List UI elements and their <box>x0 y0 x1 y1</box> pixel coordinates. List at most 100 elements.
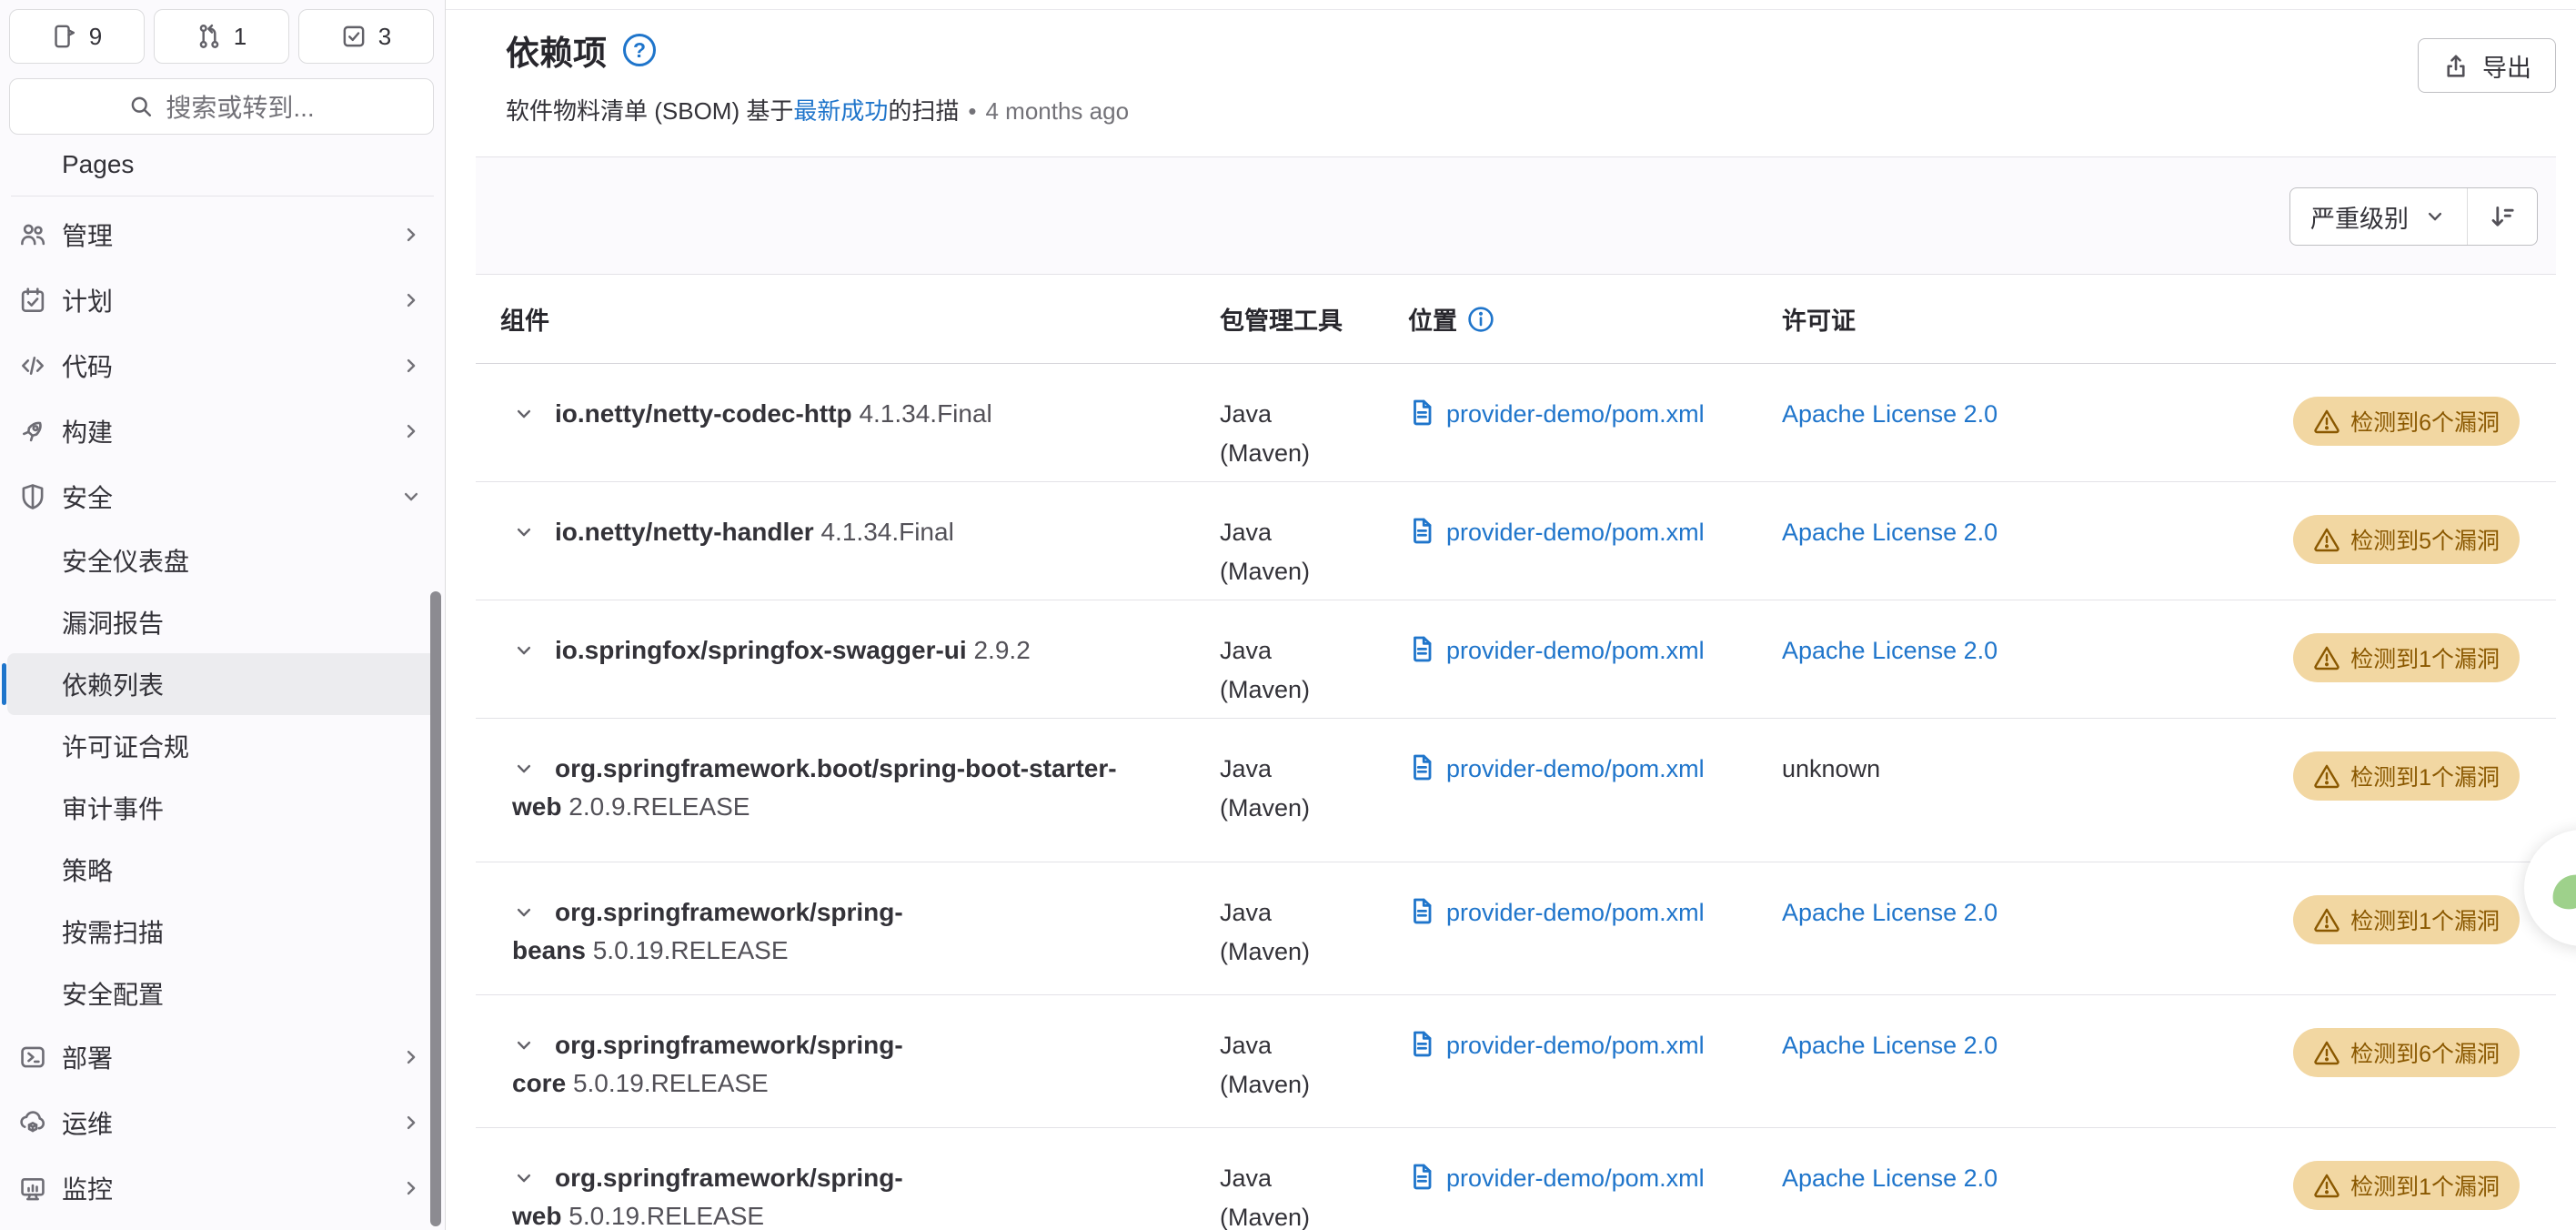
location-cell: provider-demo/pom.xml <box>1383 862 1751 994</box>
expand-chevron-icon[interactable] <box>512 520 539 544</box>
chevron-right-icon <box>399 419 423 443</box>
sort-descending-icon <box>2488 202 2517 231</box>
license-link[interactable]: Apache License 2.0 <box>1782 1032 1997 1059</box>
sidebar-item-deploy[interactable]: 部署 <box>7 1024 438 1090</box>
sidebar-item-label: 安全 <box>62 479 113 515</box>
chevron-right-icon <box>399 1111 423 1134</box>
sidebar-item-audit-events[interactable]: 审计事件 <box>7 777 438 839</box>
sort-direction-button[interactable] <box>2468 188 2537 245</box>
vulnerability-badge[interactable]: 检测到5个漏洞 <box>2293 515 2520 564</box>
sidebar-item-label: 许可证合规 <box>62 728 189 764</box>
table-row: org.springframework/spring-core 5.0.19.R… <box>476 995 2556 1128</box>
latest-scan-link[interactable]: 最新成功 <box>793 97 888 125</box>
vulnerability-badge[interactable]: 检测到6个漏洞 <box>2293 397 2520 446</box>
info-icon[interactable] <box>1467 306 1494 333</box>
rocket-icon <box>11 418 55 445</box>
chevron-right-icon <box>399 354 423 378</box>
warning-icon <box>2313 1039 2340 1066</box>
sidebar-item-manage[interactable]: 管理 <box>7 202 438 267</box>
expand-chevron-icon[interactable] <box>512 639 539 662</box>
location-link[interactable]: provider-demo/pom.xml <box>1408 517 1751 548</box>
sidebar-item-build[interactable]: 构建 <box>7 398 438 464</box>
component-name: io.springfox/springfox-swagger-ui <box>555 636 967 664</box>
document-icon <box>1408 398 1435 426</box>
license-link[interactable]: Apache License 2.0 <box>1782 400 1997 428</box>
sidebar-item-code[interactable]: 代码 <box>7 333 438 398</box>
vulnerability-badge[interactable]: 检测到6个漏洞 <box>2293 1028 2520 1077</box>
component-cell: org.springframework/spring-core 5.0.19.R… <box>476 995 1195 1127</box>
sidebar-item-secure[interactable]: 安全 <box>7 464 438 529</box>
license-cell: Apache License 2.0 <box>1751 862 2210 994</box>
license-cell: Apache License 2.0 <box>1751 482 2210 600</box>
location-link[interactable]: provider-demo/pom.xml <box>1408 635 1751 666</box>
sidebar-item-security-dashboard[interactable]: 安全仪表盘 <box>7 529 438 591</box>
sidebar-scrollbar[interactable] <box>430 591 441 1226</box>
license-link[interactable]: Apache License 2.0 <box>1782 637 1997 664</box>
license-cell: Apache License 2.0 <box>1751 995 2210 1127</box>
location-link[interactable]: provider-demo/pom.xml <box>1408 1163 1751 1194</box>
calendar-icon <box>11 287 55 314</box>
help-icon[interactable]: ? <box>623 34 656 66</box>
location-link[interactable]: provider-demo/pom.xml <box>1408 753 1751 784</box>
location-link[interactable]: provider-demo/pom.xml <box>1408 398 1751 429</box>
sidebar-item-monitor[interactable]: 监控 <box>7 1155 438 1221</box>
sidebar-item-license-compliance[interactable]: 许可证合规 <box>7 715 438 777</box>
vulnerability-badge[interactable]: 检测到1个漏洞 <box>2293 1161 2520 1210</box>
sidebar-item-security-configuration[interactable]: 安全配置 <box>7 963 438 1024</box>
issues-shortcut-button[interactable]: 9 <box>9 9 145 64</box>
location-cell: provider-demo/pom.xml <box>1383 995 1751 1127</box>
sidebar-item-label: 监控 <box>62 1170 113 1206</box>
sidebar-item-label: 计划 <box>62 282 113 318</box>
sidebar-item-operate[interactable]: 运维 <box>7 1090 438 1155</box>
merge-requests-shortcut-button[interactable]: 1 <box>154 9 289 64</box>
warning-icon <box>2313 526 2340 553</box>
sidebar-item-on-demand-scans[interactable]: 按需扫描 <box>7 901 438 963</box>
warning-icon <box>2313 906 2340 933</box>
expand-chevron-icon[interactable] <box>512 1166 539 1190</box>
severity-filter-dropdown[interactable]: 严重级别 <box>2290 188 2468 245</box>
expand-chevron-icon[interactable] <box>512 757 539 781</box>
severity-filter-label: 严重级别 <box>2310 199 2409 235</box>
export-button[interactable]: 导出 <box>2418 38 2556 93</box>
sidebar-item-dependency-list[interactable]: 依赖列表 <box>7 653 438 715</box>
component-cell: io.springfox/springfox-swagger-ui 2.9.2 <box>476 600 1195 718</box>
table-row: io.netty/netty-codec-http 4.1.34.Final J… <box>476 364 2556 482</box>
pinned-shortcuts: 9 1 3 <box>9 9 434 64</box>
vulnerability-badge[interactable]: 检测到1个漏洞 <box>2293 751 2520 801</box>
todos-shortcut-button[interactable]: 3 <box>298 9 434 64</box>
export-icon <box>2442 52 2470 79</box>
document-icon <box>1408 1163 1435 1190</box>
sidebar-item-label: 管理 <box>62 217 113 253</box>
vulnerability-badge[interactable]: 检测到1个漏洞 <box>2293 633 2520 682</box>
vulnerability-badge[interactable]: 检测到1个漏洞 <box>2293 895 2520 944</box>
expand-chevron-icon[interactable] <box>512 402 539 426</box>
component-version: 5.0.19.RELEASE <box>593 936 789 964</box>
cloud-pod-icon <box>11 1109 55 1136</box>
license-link[interactable]: Apache License 2.0 <box>1782 1164 1997 1192</box>
vulnerability-cell: 检测到1个漏洞 <box>2210 862 2556 994</box>
sidebar: 9 1 3 搜索或转到... Pages 管理 <box>0 0 446 1230</box>
sidebar-item-pages[interactable]: Pages <box>7 136 438 193</box>
column-header-component: 组件 <box>476 301 1195 337</box>
license-link[interactable]: Apache License 2.0 <box>1782 899 1997 926</box>
component-cell: io.netty/netty-codec-http 4.1.34.Final <box>476 364 1195 481</box>
license-link[interactable]: Apache License 2.0 <box>1782 519 1997 546</box>
sidebar-item-plan[interactable]: 计划 <box>7 267 438 333</box>
expand-chevron-icon[interactable] <box>512 1033 539 1057</box>
sidebar-item-policies[interactable]: 策略 <box>7 839 438 901</box>
chevron-right-icon <box>399 1176 423 1200</box>
location-link[interactable]: provider-demo/pom.xml <box>1408 1030 1751 1061</box>
vulnerability-cell: 检测到5个漏洞 <box>2210 482 2556 600</box>
expand-chevron-icon[interactable] <box>512 901 539 924</box>
chevron-right-icon <box>399 1045 423 1069</box>
location-link[interactable]: provider-demo/pom.xml <box>1408 897 1751 928</box>
component-name: io.netty/netty-codec-http <box>555 399 852 428</box>
sidebar-item-label: 运维 <box>62 1104 113 1141</box>
issues-count: 9 <box>89 23 102 51</box>
location-cell: provider-demo/pom.xml <box>1383 364 1751 481</box>
sidebar-item-label: 安全仪表盘 <box>62 542 189 579</box>
issues-icon <box>52 24 77 49</box>
sidebar-item-vulnerability-report[interactable]: 漏洞报告 <box>7 591 438 653</box>
search-input[interactable]: 搜索或转到... <box>9 78 434 135</box>
component-name: io.netty/netty-handler <box>555 518 814 546</box>
